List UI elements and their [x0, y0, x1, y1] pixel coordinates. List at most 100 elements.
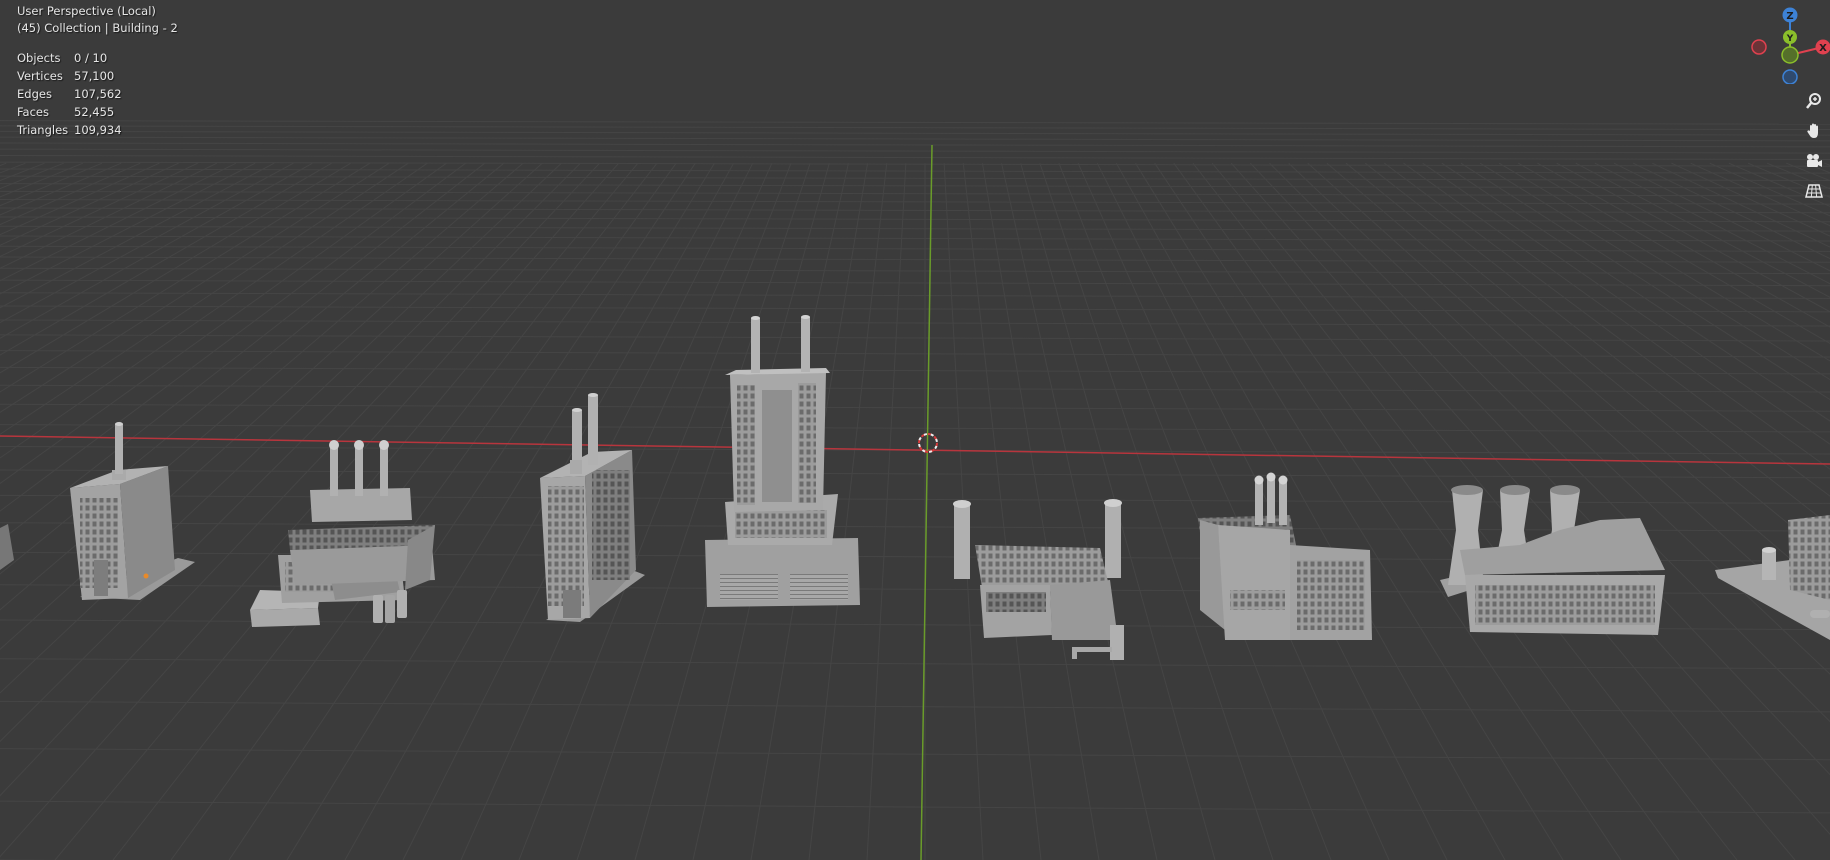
stat-value: 107,562: [74, 87, 122, 101]
stat-value: 52,455: [74, 105, 115, 119]
zoom-icon: [1806, 93, 1821, 109]
grid-line: [1805, 162, 1830, 174]
scene-object[interactable]: [705, 315, 860, 607]
grid-line: [1384, 162, 1830, 497]
zoom-button[interactable]: [1801, 88, 1827, 114]
grid-line: [0, 384, 1830, 393]
grid-line: [1652, 162, 1830, 248]
grid-line: [1556, 162, 1830, 313]
grid-line: [0, 130, 1830, 136]
scene-object[interactable]: [250, 440, 435, 627]
stat-value: 57,100: [74, 69, 115, 83]
ortho-toggle-button[interactable]: [1801, 178, 1827, 204]
scene-object[interactable]: [70, 422, 195, 600]
grid-line: [0, 267, 1830, 275]
grid-line: [0, 279, 1830, 287]
pan-button[interactable]: [1801, 118, 1827, 144]
grid-line: [0, 469, 1830, 479]
stat-label: Edges: [17, 87, 52, 101]
grid-line: [866, 163, 907, 860]
scene-object[interactable]: [953, 499, 1124, 660]
stat-label: Triangles: [17, 123, 69, 137]
grid-line: [1154, 162, 1622, 860]
grid-line: [0, 700, 1830, 713]
viewport-title: User Perspective (Local): [17, 4, 156, 18]
gizmo-y-axis[interactable]: Y: [1783, 30, 1797, 44]
gizmo-y-label: Y: [1786, 34, 1794, 44]
stat-row: Triangles 109,934: [17, 121, 122, 139]
grid-line: [1422, 162, 1830, 445]
grid-line: [0, 161, 1830, 167]
stat-row: Faces 52,455: [17, 103, 122, 121]
grid-line: [0, 148, 1830, 154]
scene-object[interactable]: [1440, 485, 1665, 635]
ortho-grid-icon: [1805, 184, 1823, 198]
grid-line: [1671, 162, 1830, 237]
3d-viewport[interactable]: User Perspective (Local) (45) Collection…: [0, 0, 1830, 860]
grid-line: [1173, 162, 1680, 860]
grid-line: [0, 216, 1830, 223]
grid-line: [0, 292, 1830, 299]
gizmo-neg-z[interactable]: [1782, 69, 1798, 84]
gizmo-z-axis[interactable]: Z: [1782, 7, 1798, 23]
scene-object[interactable]: [1715, 515, 1830, 640]
grid-line: [1594, 162, 1830, 285]
stat-label: Vertices: [17, 69, 63, 83]
grid-line: [1575, 162, 1830, 298]
grid-line: [0, 154, 1830, 161]
pan-hand-icon: [1807, 123, 1818, 138]
grid-line: [0, 162, 64, 190]
y-axis-line: [920, 144, 933, 860]
camera-view-button[interactable]: [1801, 148, 1827, 174]
stat-label: Faces: [17, 105, 49, 119]
grid-line: [1728, 162, 1830, 207]
grid-line: [0, 168, 1830, 174]
gizmo-neg-x[interactable]: [1751, 39, 1767, 55]
grid-line: [1824, 162, 1830, 166]
grid-line: [0, 350, 1830, 358]
scene-object[interactable]: [0, 524, 14, 570]
grid-line: [0, 175, 1830, 181]
stat-value: 109,934: [74, 123, 122, 137]
grid-line: [0, 319, 1830, 327]
grid-line: [1230, 162, 1830, 835]
grid-line: [0, 256, 1830, 263]
grid-line: [0, 800, 1830, 814]
grid-line: [1632, 162, 1830, 260]
grid-line: [0, 334, 1830, 342]
navigation-gizmo[interactable]: Z Y X: [1735, 2, 1830, 84]
grid-line: [0, 199, 1830, 205]
stat-label: Objects: [17, 51, 61, 65]
grid-line: [0, 136, 1830, 142]
viewport-subtitle: (45) Collection | Building - 2: [17, 21, 178, 35]
grid-line: [0, 125, 1830, 131]
stat-value: 0 / 10: [74, 51, 108, 65]
scene-object[interactable]: [1198, 472, 1372, 641]
camera-icon: [1807, 154, 1822, 167]
gizmo-z-label: Z: [1786, 11, 1793, 22]
stat-row: Objects 0 / 10: [17, 49, 122, 67]
x-axis-line: [0, 435, 1830, 465]
grid-line: [1345, 162, 1830, 559]
grid-line: [962, 163, 1042, 860]
grid-line: [0, 190, 1830, 197]
grid-line: [0, 658, 1830, 670]
grid-line: [1250, 162, 1830, 776]
grid-line: [0, 424, 1830, 433]
grid-line: [0, 403, 1830, 412]
grid-line: [0, 225, 1830, 232]
stat-row: Edges 107,562: [17, 85, 122, 103]
scene-canvas[interactable]: [0, 0, 1830, 860]
gizmo-neg-y[interactable]: [1781, 46, 1799, 64]
scene-statistics: Objects 0 / 10 Vertices 57,100 Edges 107…: [17, 49, 122, 139]
grid-line: [1326, 162, 1830, 594]
grid-line: [0, 142, 1830, 148]
grid-line: [0, 245, 1830, 252]
grid-line: [0, 305, 1830, 313]
grid-line: [0, 120, 1830, 125]
grid-line: [1613, 162, 1830, 272]
gizmo-x-axis[interactable]: X: [1815, 39, 1830, 55]
grid-line: [0, 748, 1830, 761]
grid-line: [0, 162, 26, 174]
grid-line: [0, 162, 84, 198]
